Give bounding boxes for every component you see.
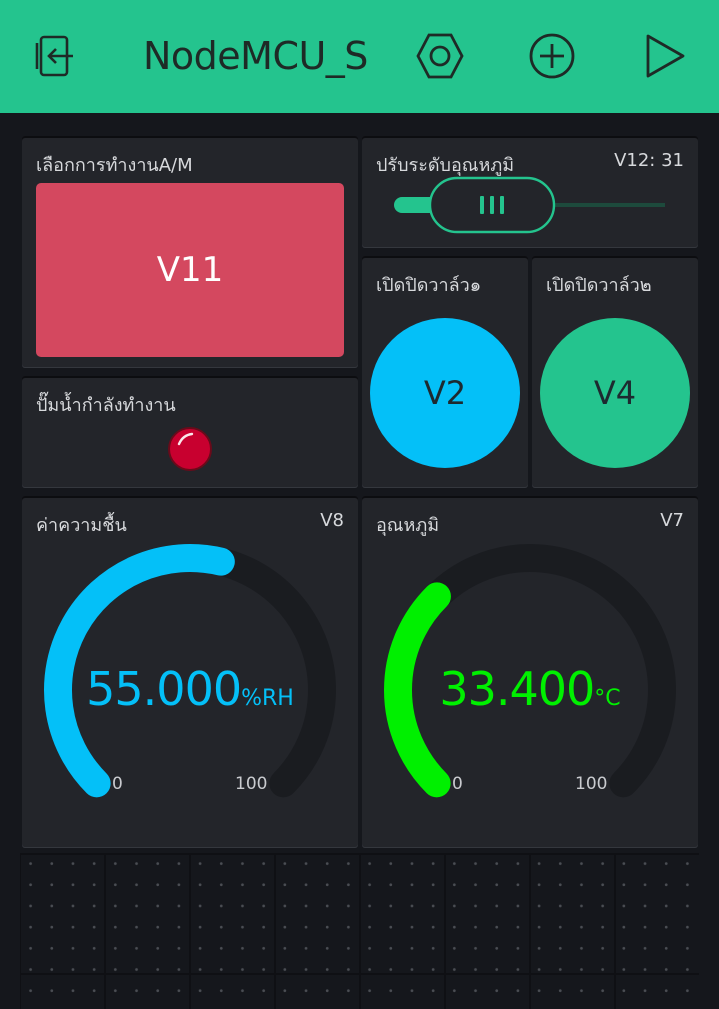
play-icon[interactable] [636,28,692,84]
gauge-min: 0 [452,774,463,794]
button-label: V2 [423,374,467,412]
gauge-readout: 55.000%RH [22,662,358,716]
gauge-readout: 33.400°C [362,662,698,716]
top-bar: NodeMCU_SM [0,0,719,113]
temperature-gauge-widget: อุณหภูมิ V7 33.400°C 0 100 [362,496,698,848]
mode-button-widget: เลือกการทำงานA/M V11 [22,136,358,368]
widget-label: ปั๊มน้ำกำลังทำงาน [36,395,176,416]
exit-icon[interactable] [28,28,84,84]
button-label: V4 [593,374,637,412]
valve1-button[interactable]: V2 [370,318,520,468]
humidity-gauge-widget: ค่าความชื้น V8 55.000%RH 0 100 [22,496,358,848]
pump-led-widget: ปั๊มน้ำกำลังทำงาน [22,376,358,488]
slider-track[interactable] [362,136,698,248]
project-title: NodeMCU_SM [143,34,369,78]
gauge-unit: °C [594,686,621,711]
widget-label: เปิดปิดวาล์ว๒ [546,275,652,296]
valve2-button[interactable]: V4 [540,318,690,468]
add-circle-icon[interactable] [524,28,580,84]
gauge-max: 100 [575,774,608,794]
grid-cell-lines [20,853,699,1009]
led-indicator [168,427,212,471]
gauge-value: 33.400 [439,662,595,716]
valve2-button-widget: เปิดปิดวาล์ว๒ V4 [532,256,698,488]
gauge-min: 0 [112,774,123,794]
gauge-value: 55.000 [86,662,242,716]
temperature-slider-widget: ปรับระดับอุณหภูมิ V12: 31 [362,136,698,248]
valve1-button-widget: เปิดปิดวาล์ว๑ V2 [362,256,528,488]
gauge-max: 100 [235,774,268,794]
button-label: V11 [156,250,224,290]
widget-label: เลือกการทำงานA/M [36,155,193,176]
widget-label: เปิดปิดวาล์ว๑ [376,275,482,296]
nut-settings-icon[interactable] [412,28,468,84]
mode-button[interactable]: V11 [36,183,344,357]
gauge-unit: %RH [241,686,294,711]
